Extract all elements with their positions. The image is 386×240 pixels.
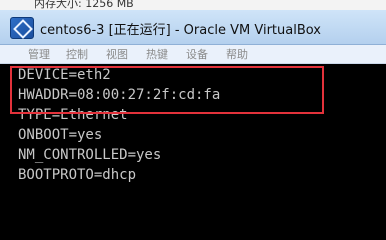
window-title: centos6-3 [正在运行] - Oracle VM VirtualBox bbox=[40, 23, 321, 38]
menu-item-help[interactable]: 帮助 bbox=[226, 46, 248, 62]
highlight-box bbox=[10, 66, 324, 114]
menu-item-devices[interactable]: 设备 bbox=[186, 46, 208, 62]
console-line-onboot: ONBOOT=yes bbox=[18, 127, 103, 143]
menu-bar: 管理 控制 视图 热键 设备 帮助 bbox=[0, 45, 386, 64]
menu-item-view[interactable]: 视图 bbox=[106, 46, 128, 62]
title-bar[interactable]: centos6-3 [正在运行] - Oracle VM VirtualBox bbox=[0, 10, 386, 45]
background-window-text: 内存大小: 1256 MB bbox=[34, 0, 134, 10]
background-window-strip: 内存大小: 1256 MB bbox=[0, 0, 386, 10]
menu-item-hotkey[interactable]: 热键 bbox=[146, 46, 168, 62]
console-line-bootproto: BOOTPROTO=dhcp bbox=[18, 167, 137, 183]
console-line-nm-controlled: NM_CONTROLLED=yes bbox=[18, 147, 162, 163]
menu-item-control[interactable]: 控制 bbox=[66, 46, 88, 62]
virtualbox-icon bbox=[10, 17, 34, 39]
menu-item-manage[interactable]: 管理 bbox=[28, 46, 50, 62]
